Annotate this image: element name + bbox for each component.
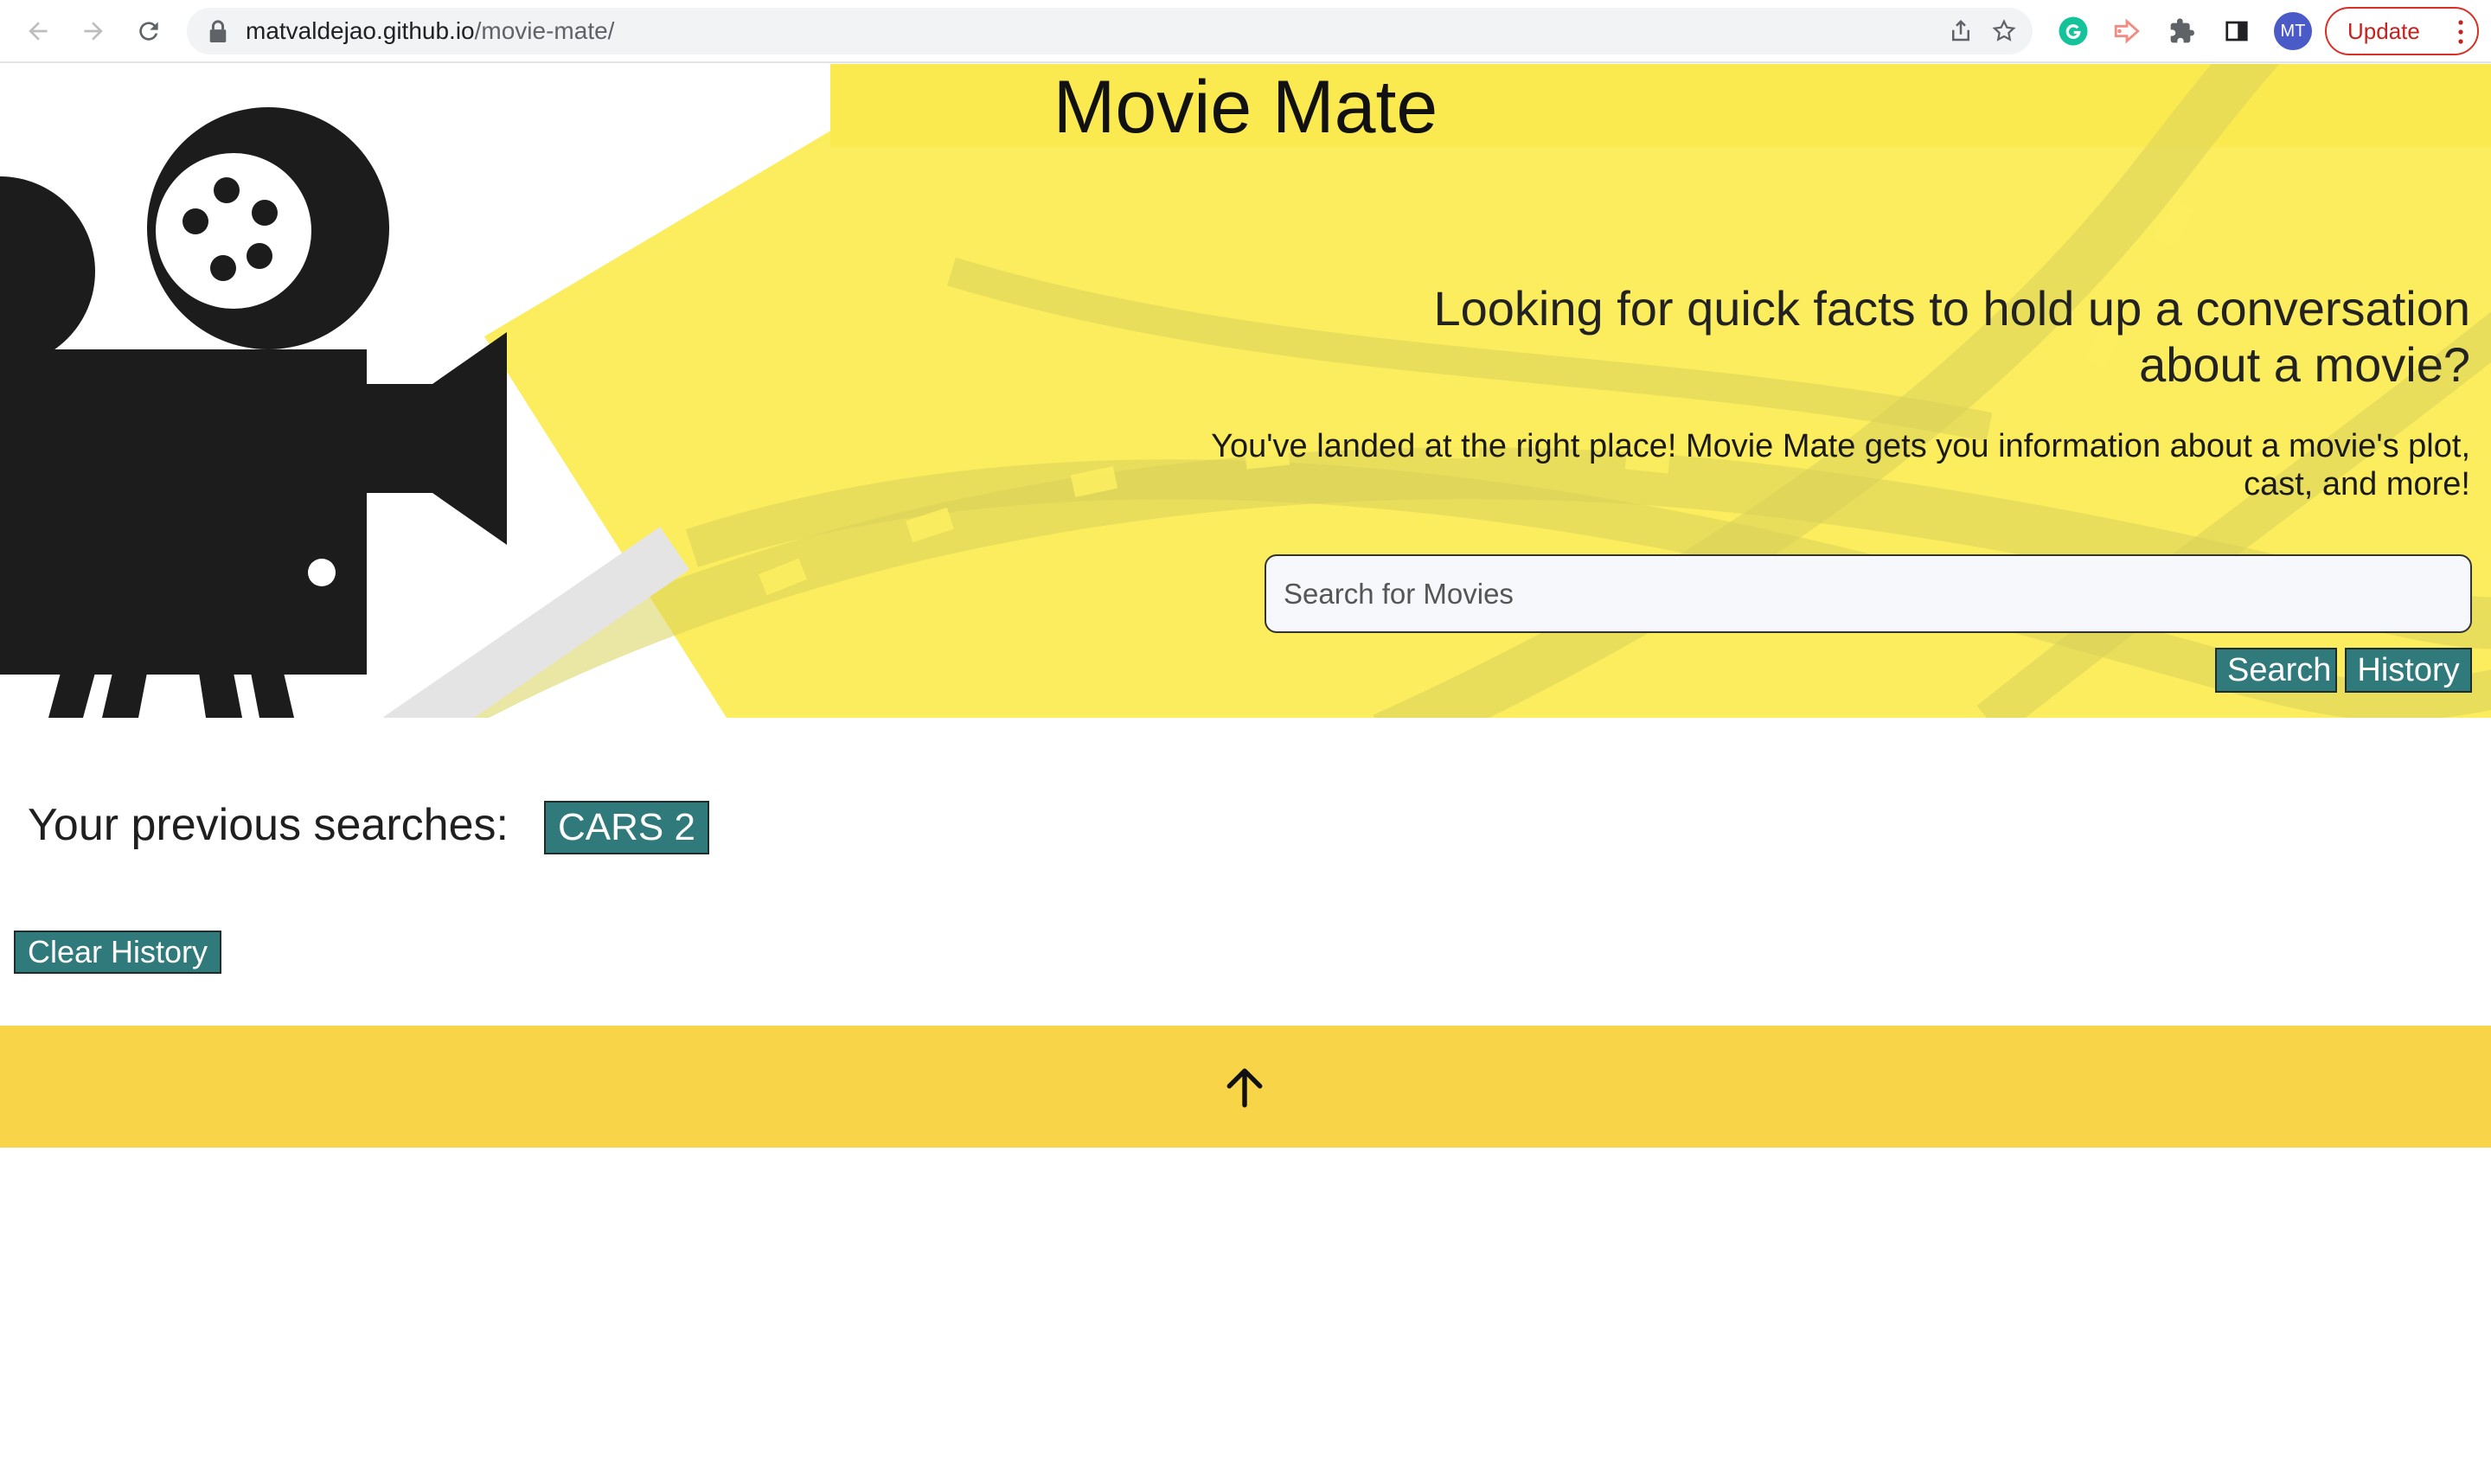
history-item[interactable]: CARS 2	[544, 801, 709, 854]
lock-icon	[209, 20, 227, 42]
clear-history-button[interactable]: Clear History	[14, 931, 222, 974]
movie-search-input[interactable]	[1265, 554, 2472, 633]
forward-arrow-icon[interactable]	[76, 14, 111, 48]
update-label: Update	[2347, 17, 2420, 44]
arrow-up-icon[interactable]	[1223, 1065, 1266, 1109]
share-icon[interactable]	[1948, 18, 1974, 44]
reload-icon[interactable]	[131, 14, 166, 48]
extension-arrow-icon[interactable]	[2110, 14, 2144, 48]
previous-searches-label: Your previous searches:	[28, 800, 509, 850]
back-arrow-icon[interactable]	[21, 14, 55, 48]
hero-headline: Looking for quick facts to hold up a con…	[1433, 281, 2470, 392]
update-button[interactable]: Update	[2325, 7, 2479, 55]
hero-banner: Movie Mate Looking for quick facts to ho…	[0, 64, 2491, 718]
bookmark-star-icon[interactable]	[1991, 18, 2017, 44]
address-bar[interactable]: matvaldejao.github.io/movie-mate/	[187, 8, 2033, 54]
url-path: /movie-mate/	[474, 17, 615, 44]
url-host: matvaldejao.github.io	[246, 17, 475, 44]
grammarly-icon[interactable]	[2056, 14, 2091, 48]
site-title: Movie Mate	[1053, 66, 1438, 149]
side-panel-icon[interactable]	[2219, 14, 2254, 48]
url-text: matvaldejao.github.io/movie-mate/	[246, 18, 614, 44]
profile-avatar[interactable]: MT	[2274, 12, 2312, 50]
search-button[interactable]: Search	[2215, 648, 2337, 693]
footer-bar	[0, 1026, 2491, 1148]
hero-subline: You've landed at the right place! Movie …	[1211, 428, 2470, 502]
browser-toolbar: matvaldejao.github.io/movie-mate/ MT Upd…	[0, 0, 2491, 63]
puzzle-extensions-icon[interactable]	[2165, 14, 2200, 48]
history-button[interactable]: History	[2345, 648, 2472, 693]
kebab-menu-icon	[2458, 20, 2463, 44]
